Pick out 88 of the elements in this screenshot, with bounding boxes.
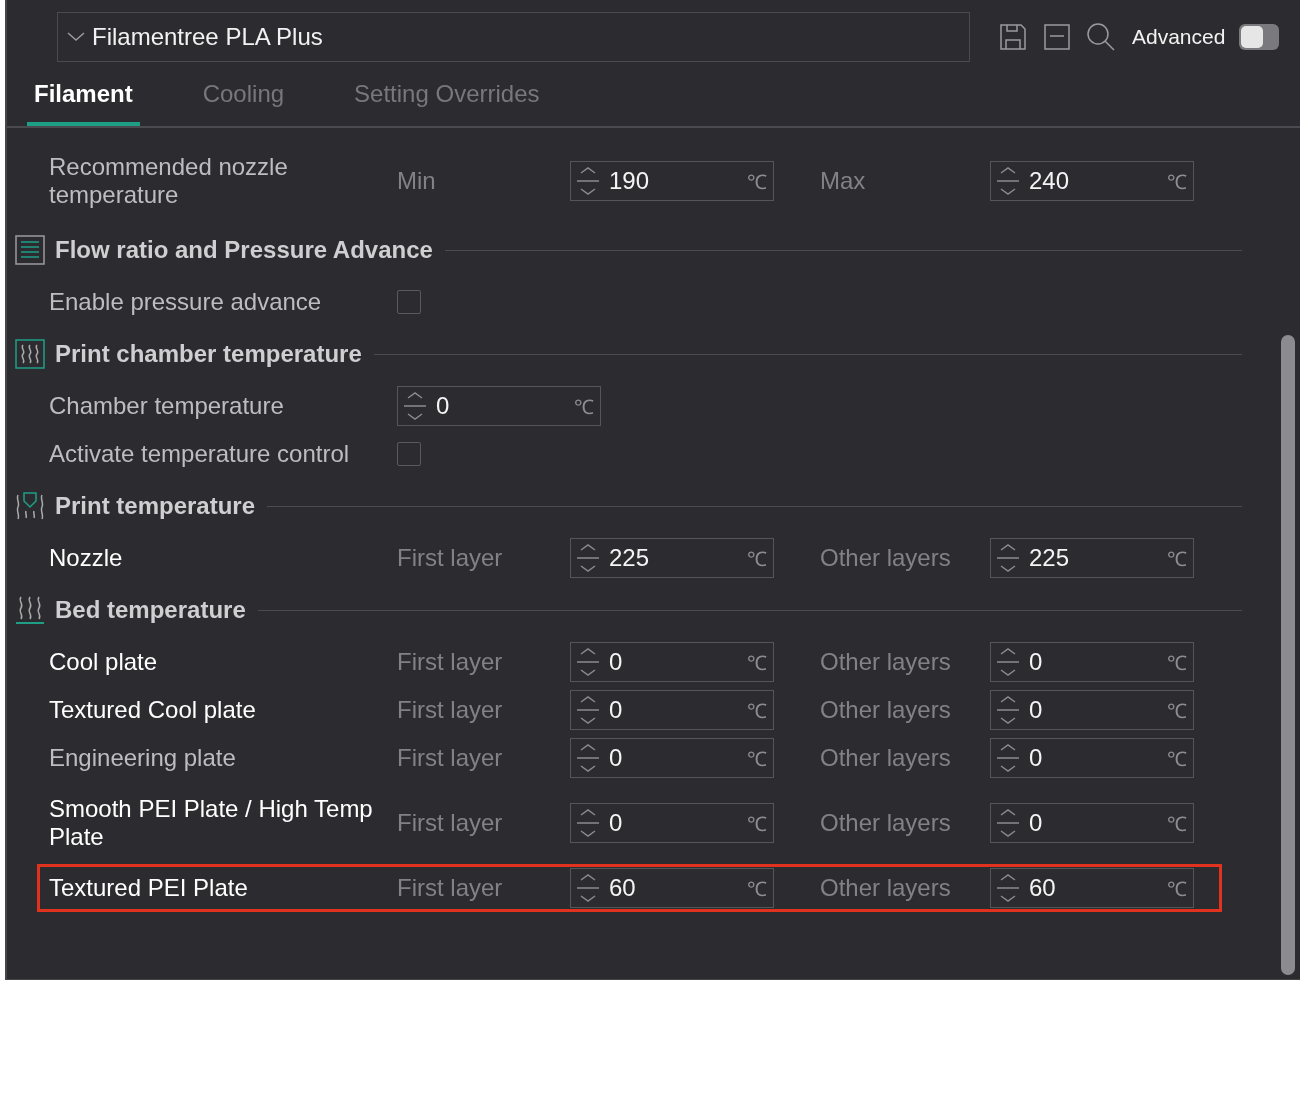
checkbox[interactable] [397,290,421,314]
spinner-arrows-icon[interactable] [995,541,1021,575]
advanced-toggle[interactable] [1239,24,1280,50]
field-caption: First layer [397,744,504,772]
tab[interactable]: Filament [27,80,140,126]
setting-label: Textured PEI Plate [49,874,249,902]
setting-label: Chamber temperature [49,392,285,420]
temperature-field[interactable]: 0 ℃ [990,642,1194,682]
temperature-field[interactable]: 225 ℃ [990,538,1194,578]
temperature-field[interactable]: 0 ℃ [990,803,1194,843]
section-title: Print chamber temperature [55,340,362,368]
field-caption: Other layers [820,648,952,676]
heat-chamber-icon [15,339,45,369]
unit-label: ℃ [1167,546,1187,572]
unit-label: ℃ [1167,169,1187,195]
temperature-field[interactable]: 0 ℃ [570,690,774,730]
temperature-field[interactable]: 60 ℃ [570,868,774,908]
unit-label: ℃ [747,650,767,676]
section-title: Bed temperature [55,596,246,624]
field-caption: Min [397,167,437,195]
setting-label: Cool plate [49,648,159,676]
unit-label: ℃ [747,811,767,837]
temperature-field[interactable]: 0 ℃ [570,738,774,778]
field-caption: First layer [397,544,504,572]
temperature-field[interactable]: 0 ℃ [397,386,601,426]
bed-heat-icon [15,595,45,625]
minus-box-icon[interactable] [1042,22,1072,52]
field-caption: Other layers [820,874,952,902]
field-caption: First layer [397,696,504,724]
advanced-label: Advanced [1132,25,1226,49]
temperature-field[interactable]: 0 ℃ [570,803,774,843]
preset-dropdown[interactable]: Filamentree PLA Plus [57,12,970,62]
unit-label: ℃ [747,876,767,902]
field-caption: Other layers [820,744,952,772]
checkbox[interactable] [397,442,421,466]
unit-label: ℃ [1167,650,1187,676]
unit-label: ℃ [1167,698,1187,724]
section-title: Print temperature [55,492,256,520]
unit-label: ℃ [747,169,767,195]
spinner-arrows-icon[interactable] [995,693,1021,727]
field-caption: First layer [397,648,504,676]
nozzle-heat-icon [15,491,45,521]
spinner-arrows-icon[interactable] [575,806,601,840]
field-caption: Other layers [820,696,952,724]
setting-label: Nozzle [49,544,124,572]
spinner-arrows-icon[interactable] [995,806,1021,840]
temperature-field[interactable]: 60 ℃ [990,868,1194,908]
spinner-arrows-icon[interactable] [995,645,1021,679]
field-caption: Other layers [820,544,952,572]
temperature-field[interactable]: 0 ℃ [990,690,1194,730]
field-caption: Max [820,167,867,195]
unit-label: ℃ [1167,811,1187,837]
spinner-arrows-icon[interactable] [575,164,601,198]
setting-label: Enable pressure advance [49,288,323,316]
setting-label: Textured Cool plate [49,696,257,724]
unit-label: ℃ [747,698,767,724]
list-icon [15,235,45,265]
spinner-arrows-icon[interactable] [575,693,601,727]
setting-label: Activate temperature control [49,440,351,468]
spinner-arrows-icon[interactable] [575,645,601,679]
chevron-down-icon [66,31,86,43]
save-icon[interactable] [998,22,1028,52]
field-caption: First layer [397,874,504,902]
field-caption: Other layers [820,809,952,837]
search-icon[interactable] [1086,22,1116,52]
scrollbar-thumb[interactable] [1281,335,1295,975]
temperature-field[interactable]: 190 ℃ [570,161,774,201]
spinner-arrows-icon[interactable] [402,389,428,423]
section-title: Flow ratio and Pressure Advance [55,236,433,264]
spinner-arrows-icon[interactable] [995,741,1021,775]
spinner-arrows-icon[interactable] [575,541,601,575]
spinner-arrows-icon[interactable] [575,741,601,775]
spinner-arrows-icon[interactable] [995,871,1021,905]
setting-label: Engineering plate [49,744,237,772]
temperature-field[interactable]: 225 ℃ [570,538,774,578]
setting-label: Recommended nozzle temperature [49,153,289,209]
unit-label: ℃ [1167,746,1187,772]
unit-label: ℃ [574,394,594,420]
spinner-arrows-icon[interactable] [575,871,601,905]
setting-label: Smooth PEI Plate / High Temp Plate [49,795,374,851]
unit-label: ℃ [747,746,767,772]
temperature-field[interactable]: 240 ℃ [990,161,1194,201]
temperature-field[interactable]: 0 ℃ [990,738,1194,778]
spinner-arrows-icon[interactable] [995,164,1021,198]
unit-label: ℃ [1167,876,1187,902]
field-caption: First layer [397,809,504,837]
temperature-field[interactable]: 0 ℃ [570,642,774,682]
unit-label: ℃ [747,546,767,572]
